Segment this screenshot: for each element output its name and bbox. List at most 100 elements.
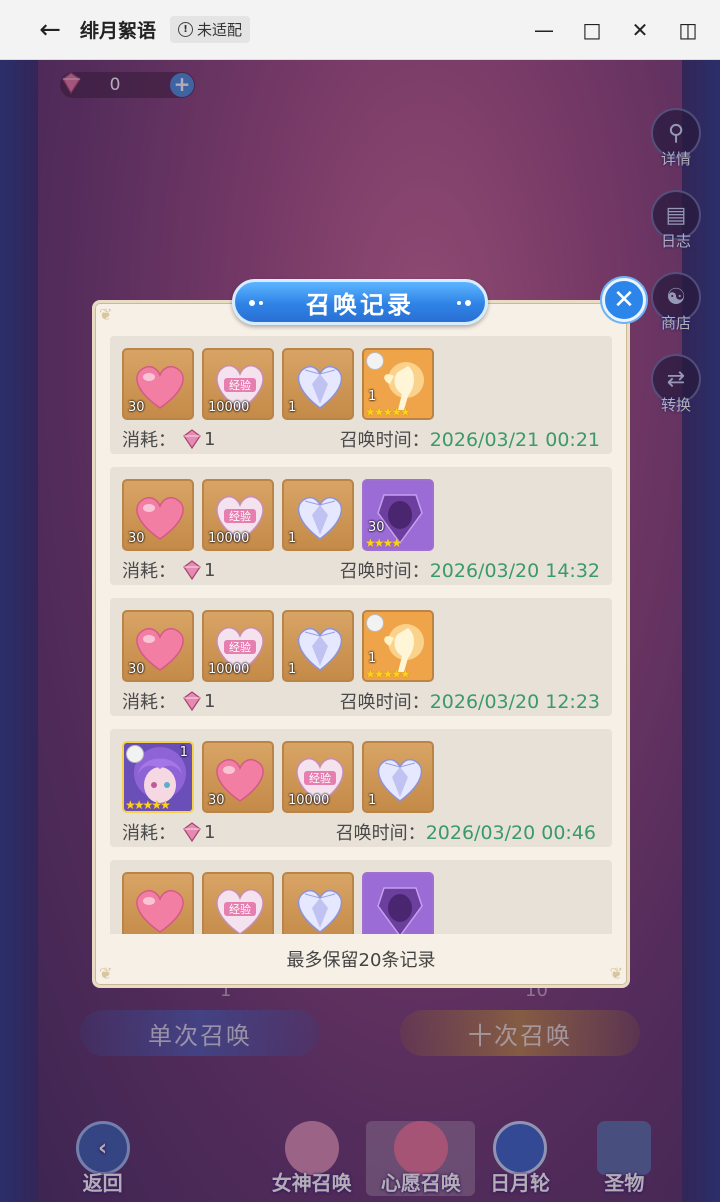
compat-badge-label: 未适配	[197, 21, 243, 39]
reward-item-fairy[interactable]: 1 ★★★★★	[362, 610, 434, 682]
svg-text:经验: 经验	[229, 640, 251, 654]
reward-quantity: 1	[179, 745, 188, 760]
svg-text:经验: 经验	[229, 378, 251, 392]
sidebar-toggle-icon[interactable]: ◫	[670, 10, 706, 50]
window-title: 绯月絮语	[80, 20, 157, 42]
crystal-heart-icon	[297, 889, 343, 933]
reward-item-exp-heart[interactable]: 经验	[202, 872, 274, 934]
summon-time: 召唤时间：2026/03/20 14:32	[340, 557, 600, 583]
record-row: 经验	[110, 860, 612, 934]
close-window-icon[interactable]: ✕	[622, 10, 658, 50]
reward-item-exp-heart[interactable]: 经验 10000	[202, 348, 274, 420]
reward-item-crystal-heart[interactable]: 1	[282, 610, 354, 682]
reward-item-crystal-heart[interactable]: 1	[282, 479, 354, 551]
time-label: 召唤时间：	[339, 430, 430, 451]
cost-value: 1	[204, 559, 216, 581]
title-ornament	[457, 301, 461, 305]
svg-text:经验: 经验	[229, 902, 251, 916]
purple-gem-icon	[364, 874, 432, 934]
cost-line: 消耗： 1	[122, 819, 215, 845]
reward-item-pink-heart[interactable]: 30	[122, 348, 194, 420]
reward-quantity: 1	[288, 662, 297, 677]
record-row: 30 经验 10000 1 1 ★★★★★ 消耗： 1 召唤时间：2026/03/20 12:2…	[110, 598, 612, 716]
gem-icon	[183, 560, 201, 581]
reward-quantity: 10000	[208, 662, 250, 677]
reward-quantity: 30	[368, 520, 385, 535]
title-ornament	[465, 300, 471, 306]
back-arrow-icon[interactable]: ←	[30, 10, 70, 50]
time-label: 召唤时间：	[339, 692, 430, 713]
reward-quantity: 1	[288, 531, 297, 546]
maximize-icon[interactable]: □	[574, 10, 610, 50]
pink-heart-icon	[136, 889, 184, 933]
reward-item-crystal-heart[interactable]: 1	[362, 741, 434, 813]
summon-time: 召唤时间：2026/03/21 00:21	[340, 426, 600, 452]
compat-badge[interactable]: ! 未适配	[170, 16, 251, 43]
reward-item-pink-heart[interactable]	[122, 872, 194, 934]
reward-quantity: 10000	[208, 400, 250, 415]
minimize-icon[interactable]: —	[526, 10, 562, 50]
svg-text:经验: 经验	[229, 509, 251, 523]
reward-item-exp-heart[interactable]: 经验 10000	[282, 741, 354, 813]
cost-label: 消耗：	[122, 823, 176, 844]
moon-badge-icon	[366, 352, 384, 370]
reward-quantity: 1	[368, 389, 377, 404]
moon-badge-icon	[126, 745, 144, 763]
reward-quantity: 30	[128, 531, 145, 546]
close-dialog-button[interactable]: ✕	[602, 278, 646, 322]
summon-time: 召唤时间：2026/03/20 00:46	[336, 819, 596, 845]
reward-item-pink-heart[interactable]: 30	[122, 479, 194, 551]
reward-item-pink-heart[interactable]: 30	[202, 741, 274, 813]
time-label: 召唤时间：	[335, 823, 426, 844]
time-value: 2026/03/20 12:23	[429, 691, 600, 713]
cost-label: 消耗：	[122, 430, 176, 451]
record-limit-note: 最多保留20条记录	[286, 950, 436, 971]
summon-time: 召唤时间：2026/03/20 12:23	[340, 688, 600, 714]
reward-quantity: 30	[208, 793, 225, 808]
time-label: 召唤时间：	[339, 561, 430, 582]
record-row: 30 经验 10000 1 1 ★★★★★ 消耗： 1 召唤时间：2026/03/21 00:2…	[110, 336, 612, 454]
reward-item-crystal-heart[interactable]	[282, 872, 354, 934]
reward-item-purple-gem[interactable]: 30 ★★★★	[362, 479, 434, 551]
time-value: 2026/03/20 00:46	[425, 822, 596, 844]
star-rating: ★★★★	[365, 536, 402, 550]
exp-heart-icon: 经验	[216, 888, 264, 934]
record-row: 1 ★★★★★ 30 经验 10000 1 消耗： 1 召唤时间：2026/03/20 00:4…	[110, 729, 612, 847]
reward-quantity: 1	[368, 793, 377, 808]
record-row: 30 经验 10000 1 30 ★★★★ 消耗： 1 召唤时间：2026/03/20 14:3…	[110, 467, 612, 585]
cost-label: 消耗：	[122, 561, 176, 582]
reward-quantity: 1	[288, 400, 297, 415]
reward-item-fairy[interactable]: 1 ★★★★★	[362, 348, 434, 420]
cost-value: 1	[204, 821, 216, 843]
star-rating: ★★★★★	[365, 667, 411, 681]
svg-text:经验: 经验	[309, 771, 331, 785]
gem-icon	[183, 822, 201, 843]
cost-line: 消耗： 1	[122, 426, 215, 452]
reward-item-crystal-heart[interactable]: 1	[282, 348, 354, 420]
gem-icon	[183, 691, 201, 712]
record-list[interactable]: 30 经验 10000 1 1 ★★★★★ 消耗： 1 召唤时间：2026/03/21 00:2…	[110, 336, 612, 934]
reward-item-exp-heart[interactable]: 经验 10000	[202, 479, 274, 551]
reward-item-purple-gem[interactable]	[362, 872, 434, 934]
gem-icon	[183, 429, 201, 450]
reward-quantity: 10000	[288, 793, 330, 808]
reward-quantity: 1	[368, 651, 377, 666]
star-rating: ★★★★★	[365, 405, 411, 419]
window-titlebar: ← 绯月絮语 ! 未适配 — □ ✕ ◫	[0, 0, 720, 60]
close-icon: ✕	[613, 285, 635, 315]
reward-item-character[interactable]: 1 ★★★★★	[122, 741, 194, 813]
reward-quantity: 30	[128, 400, 145, 415]
cost-line: 消耗： 1	[122, 688, 215, 714]
dialog-title-text: 召唤记录	[306, 290, 414, 319]
cost-label: 消耗：	[122, 692, 176, 713]
cost-value: 1	[204, 690, 216, 712]
reward-item-exp-heart[interactable]: 经验 10000	[202, 610, 274, 682]
reward-quantity: 30	[128, 662, 145, 677]
time-value: 2026/03/20 14:32	[429, 560, 600, 582]
star-rating: ★★★★★	[125, 798, 171, 812]
time-value: 2026/03/21 00:21	[429, 429, 600, 451]
reward-quantity: 10000	[208, 531, 250, 546]
cost-line: 消耗： 1	[122, 557, 215, 583]
reward-item-pink-heart[interactable]: 30	[122, 610, 194, 682]
title-ornament	[249, 300, 255, 306]
